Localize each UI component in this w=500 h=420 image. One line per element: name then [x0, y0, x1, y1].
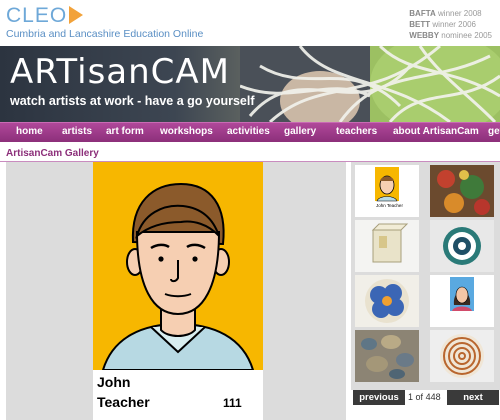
nav-item-get[interactable]: get: [488, 126, 500, 137]
nav-item-gallery[interactable]: gallery: [284, 126, 316, 137]
thumbnail-caption-block: [451, 313, 473, 323]
nav-item-activities[interactable]: activities: [227, 126, 270, 137]
awards-list: BAFTA winner 2008 BETT winner 2006 WEBBY…: [409, 8, 492, 41]
main-nav: home artists art form workshops activiti…: [0, 122, 500, 142]
thumbnail-pebbles[interactable]: [355, 330, 419, 382]
thumbnail-caption: John Teacher: [376, 203, 403, 208]
nav-item-art-form[interactable]: art form: [106, 126, 144, 137]
banner-tagline: watch artists at work - have a go yourse…: [10, 94, 255, 108]
thumbnail-concentric[interactable]: [430, 220, 494, 272]
award-item: BETT winner 2006: [409, 20, 476, 29]
thumbnail-portrait[interactable]: John Teacher: [355, 165, 419, 217]
portrait-illustration: [101, 182, 255, 370]
award-item: BAFTA winner 2008: [409, 9, 482, 18]
award-item: WEBBY nominee 2005: [409, 31, 492, 40]
thumbnail-girl-portrait[interactable]: [430, 275, 494, 327]
page-indicator: 1 of 448: [408, 392, 441, 402]
page-title: ArtisanCam Gallery: [6, 148, 99, 159]
gallery-viewer: John Teacher 111: [6, 162, 346, 420]
play-icon: [69, 6, 84, 24]
cleo-logo[interactable]: CLEO: [6, 4, 84, 28]
banner-title: ARTisanCAM: [10, 52, 231, 92]
nav-item-about[interactable]: about ArtisanCam: [393, 126, 479, 137]
hero-banner: ARTisanCAM watch artists at work - have …: [0, 46, 500, 122]
thumbnail-mosaic[interactable]: [430, 165, 494, 217]
cleo-subtitle: Cumbria and Lancashire Education Online: [6, 28, 204, 40]
nav-item-teachers[interactable]: teachers: [336, 126, 377, 137]
banner-artwork-image: [240, 46, 500, 122]
gallery-pager: previous 1 of 448 next: [351, 390, 500, 406]
portrait-image: [93, 162, 263, 370]
next-button[interactable]: next: [447, 390, 499, 405]
site-header: CLEO Cumbria and Lancashire Education On…: [0, 0, 500, 46]
thumbnail-box[interactable]: [355, 220, 419, 272]
thumbnail-grid: John Teacher: [351, 162, 500, 390]
previous-button[interactable]: previous: [353, 390, 405, 405]
artwork-caption-role: Teacher: [97, 394, 150, 410]
artwork-caption-name: John: [97, 374, 131, 390]
cleo-logo-text: CLEO: [6, 4, 68, 27]
nav-item-workshops[interactable]: workshops: [160, 126, 213, 137]
nav-item-artists[interactable]: artists: [62, 126, 92, 137]
thumbnail-flower[interactable]: [355, 275, 419, 327]
artwork-caption-number: 111: [223, 396, 242, 410]
gallery-header: ArtisanCam Gallery: [0, 146, 500, 162]
thumbnail-spiral[interactable]: [430, 330, 494, 382]
featured-artwork[interactable]: John Teacher 111: [93, 162, 263, 420]
nav-item-home[interactable]: home: [16, 126, 43, 137]
